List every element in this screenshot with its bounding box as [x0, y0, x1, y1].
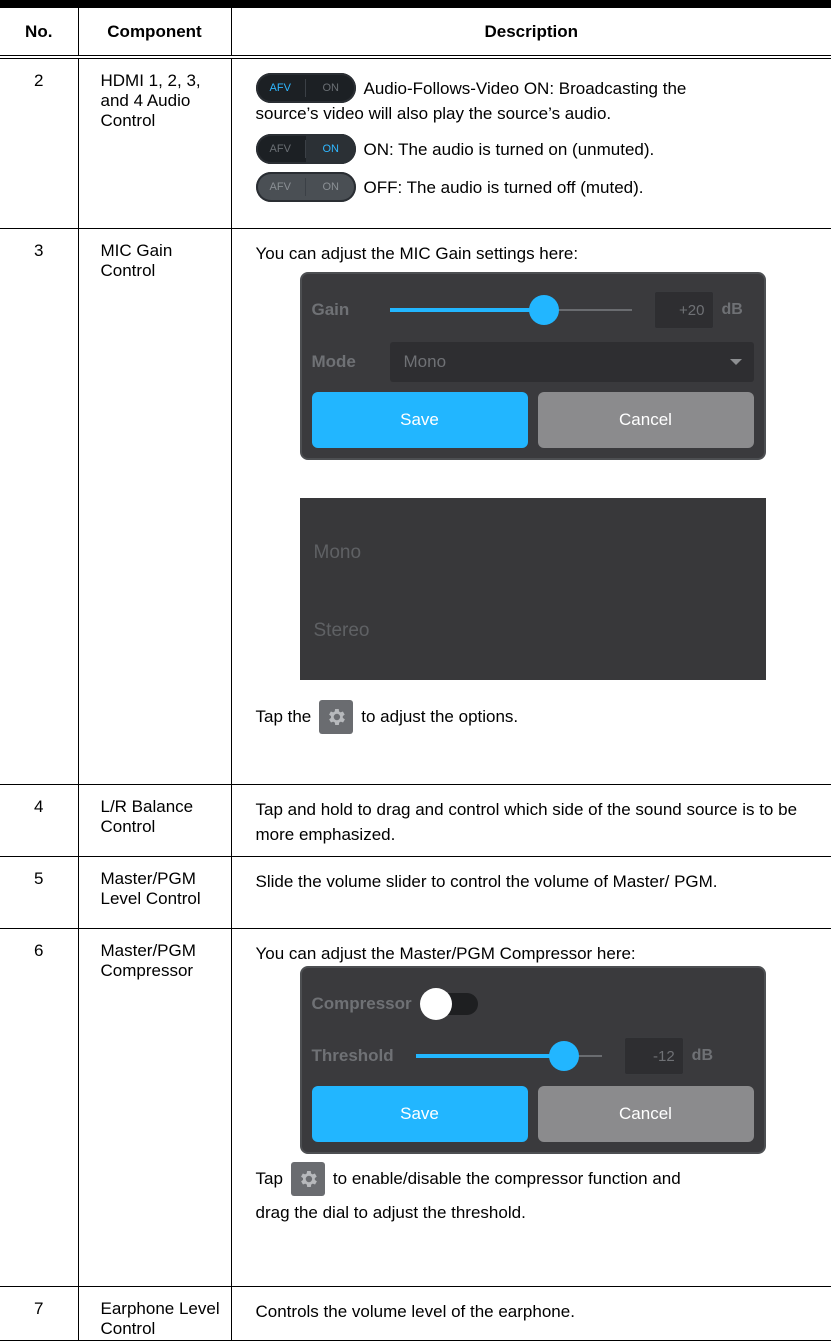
threshold-slider-knob[interactable] — [549, 1040, 580, 1071]
afv-label: AFV — [269, 142, 291, 155]
gear-icon[interactable] — [319, 699, 354, 734]
on-text: ON: The audio is turned on (unmuted). — [363, 139, 655, 159]
option-stereo[interactable]: Stereo — [314, 618, 370, 643]
mode-label: Mode — [311, 352, 356, 371]
threshold-value[interactable]: -12 — [623, 1036, 684, 1075]
description-text: Slide the volume slider to control the v… — [230, 856, 831, 929]
threshold-unit: dB — [691, 1047, 713, 1064]
comp-tap-line: Tap to enable/disable the compressor fun… — [255, 1161, 820, 1196]
tap-text-b: to adjust the options. — [361, 707, 519, 726]
row-number: 6 — [0, 928, 79, 1287]
component-name: Master/PGM Level Control — [77, 856, 232, 929]
gear-icon[interactable] — [290, 1161, 325, 1196]
mode-select[interactable]: Mono — [389, 341, 754, 382]
tap-text-b: to enable/disable the compressor functio… — [332, 1169, 681, 1188]
compressor-label: Compressor — [311, 994, 412, 1013]
cancel-button[interactable]: Cancel — [537, 1085, 754, 1142]
mic-gain-panel: Gain +20 dB Mode Mono Save Cancel — [299, 271, 766, 460]
cancel-button[interactable]: Cancel — [537, 391, 754, 448]
off-text: OFF: The audio is turned off (muted). — [363, 177, 644, 197]
chevron-down-icon — [729, 358, 742, 365]
row-number: 5 — [0, 856, 79, 929]
gain-unit: dB — [721, 301, 743, 318]
table-row: 3 MIC Gain Control You can adjust the MI… — [0, 228, 831, 785]
component-name: HDMI 1, 2, 3, and 4 Audio Control — [77, 57, 232, 229]
description-cell: You can adjust the Master/PGM Compressor… — [230, 928, 831, 1287]
description-cell: AFV ON Audio-Follows-Video ON: Broadcasti… — [230, 57, 831, 229]
threshold-slider[interactable] — [415, 1040, 602, 1071]
audio-on-toggle[interactable]: AFV ON — [255, 134, 356, 164]
table-row: 2 HDMI 1, 2, 3, and 4 Audio Control AFV O… — [0, 57, 831, 229]
mode-value: Mono — [403, 352, 447, 371]
compressor-panel: Compressor Threshold -12 dB Save Cancel — [299, 965, 766, 1154]
mic-buttons: Save Cancel — [311, 391, 754, 448]
on-label: ON — [305, 134, 356, 164]
afv-label: AFV — [269, 180, 291, 193]
gain-slider-knob[interactable] — [529, 294, 560, 325]
threshold-label: Threshold — [311, 1046, 394, 1065]
gain-slider[interactable] — [389, 294, 632, 325]
component-table: No. Component Description 2 HDMI 1, 2, 3… — [0, 8, 831, 1341]
table-header: No. Component Description — [0, 8, 831, 59]
toggle-knob — [419, 987, 452, 1020]
on-label: ON — [322, 81, 339, 94]
component-name: L/R Balance Control — [77, 784, 232, 857]
header-no: No. — [0, 8, 79, 59]
off-line: AFV ON OFF: The audio is turned off (mute… — [255, 170, 820, 204]
mic-tap-line: Tap the to adjust the options. — [255, 699, 820, 734]
comp-intro: You can adjust the Master/PGM Compressor… — [255, 943, 636, 963]
afv-label: AFV — [269, 81, 291, 94]
mode-options-list: Mono Stereo — [299, 497, 766, 680]
threshold-row: Threshold -12 dB — [312, 1034, 754, 1078]
table-row: 6 Master/PGM Compressor You can adjust t… — [0, 928, 831, 1287]
description-text: Tap and hold to drag and control which s… — [230, 784, 831, 857]
mic-intro: You can adjust the MIC Gain settings her… — [255, 243, 579, 263]
row-number: 3 — [0, 228, 79, 785]
gain-value[interactable]: +20 — [653, 290, 714, 329]
tap-text-a: Tap — [255, 1169, 283, 1188]
row-number: 7 — [0, 1286, 79, 1341]
tap-text-c: drag the dial to adjust the threshold. — [255, 1202, 526, 1222]
table-row: 7 Earphone Level Control Controls the vo… — [0, 1286, 831, 1341]
afv-text-cont: source’s video will also play the source… — [255, 104, 612, 123]
compressor-buttons: Save Cancel — [311, 1085, 754, 1142]
component-name: Master/PGM Compressor — [77, 928, 232, 1287]
save-button[interactable]: Save — [311, 1085, 528, 1142]
row-number: 4 — [0, 784, 79, 857]
on-line: AFV ON ON: The audio is turned on (unmute… — [255, 132, 820, 166]
description-cell: You can adjust the MIC Gain settings her… — [230, 228, 831, 785]
gain-row: Gain +20 dB — [312, 288, 754, 332]
compressor-toggle[interactable] — [419, 987, 478, 1020]
table-row: 4 L/R Balance Control Tap and hold to dr… — [0, 784, 831, 857]
table-row: 5 Master/PGM Level Control Slide the vol… — [0, 856, 831, 929]
header-description: Description — [230, 8, 831, 59]
afv-line: AFV ON Audio-Follows-Video ON: Broadcasti… — [255, 71, 820, 105]
component-name: Earphone Level Control — [77, 1286, 232, 1341]
option-mono[interactable]: Mono — [314, 540, 362, 565]
on-label: ON — [322, 180, 339, 193]
afv-toggle-on[interactable]: AFV ON — [255, 73, 356, 103]
description-text: Controls the volume level of the earphon… — [230, 1286, 831, 1341]
gain-label: Gain — [311, 300, 350, 319]
top-rule — [0, 0, 831, 8]
row-number: 2 — [0, 57, 79, 229]
audio-off-toggle[interactable]: AFV ON — [255, 172, 356, 202]
save-button[interactable]: Save — [311, 391, 528, 448]
tap-text-a: Tap the — [255, 707, 312, 726]
compressor-row: Compressor — [312, 982, 754, 1026]
afv-text: Audio-Follows-Video ON: Broadcasting the — [363, 78, 687, 98]
component-name: MIC Gain Control — [77, 228, 232, 785]
mode-row: Mode Mono — [312, 340, 754, 384]
header-component: Component — [77, 8, 232, 59]
